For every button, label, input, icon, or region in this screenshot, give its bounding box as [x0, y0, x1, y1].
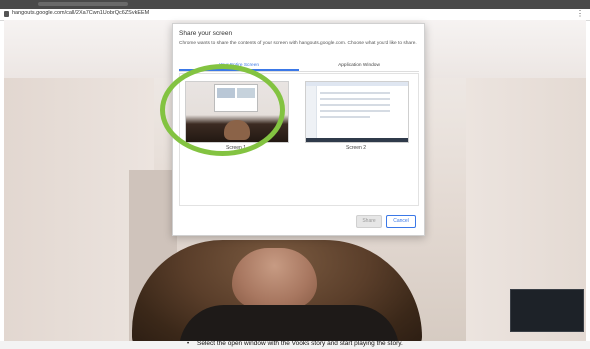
- share-button[interactable]: Share: [356, 215, 382, 228]
- mini-row: [320, 110, 390, 112]
- screen-2-label: Screen 2: [345, 145, 366, 151]
- mini-row: [320, 116, 370, 118]
- cancel-button[interactable]: Cancel: [386, 215, 416, 228]
- blurred-tab-text: [38, 2, 128, 6]
- tab-application-window[interactable]: Application Window: [299, 61, 419, 71]
- browser-menu-icon[interactable]: ⋮: [576, 9, 584, 18]
- screen-2-thumbnail[interactable]: [305, 81, 409, 143]
- person-shirt: [179, 305, 399, 342]
- top-strip: [0, 0, 590, 9]
- dialog-description: Chrome wants to share the contents of yo…: [179, 41, 417, 46]
- mini-row: [320, 98, 390, 100]
- instruction-caption: • Select the open window with the Vooks …: [0, 340, 590, 349]
- mini-row: [320, 104, 390, 106]
- mini-toolbar: [306, 82, 408, 86]
- mini-sidebar: [306, 86, 317, 138]
- lock-icon: [4, 11, 9, 17]
- url-text[interactable]: hangouts.google.com/call/2Xa7Cwn1UobrQc6…: [12, 10, 149, 16]
- dialog-title: Share your screen: [179, 30, 233, 37]
- person-face: [232, 248, 317, 308]
- mini-taskbar: [306, 138, 408, 142]
- instruction-text: Select the open window with the Vooks st…: [197, 340, 403, 347]
- highlight-circle: [160, 64, 285, 156]
- mini-row: [320, 92, 390, 94]
- self-view-thumbnail[interactable]: [510, 289, 584, 332]
- bullet-glyph: •: [187, 341, 190, 347]
